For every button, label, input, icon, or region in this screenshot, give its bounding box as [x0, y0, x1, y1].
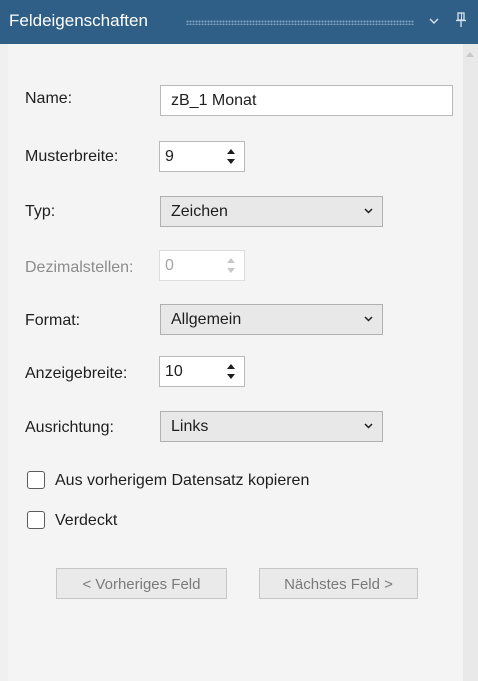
field-properties-panel: Feldeigenschaften Name: Musterbreite: 9 …	[0, 0, 478, 681]
copy-from-previous-record-label: Aus vorherigem Datensatz kopieren	[55, 472, 310, 489]
chevron-down-icon	[364, 316, 373, 322]
name-label: Name:	[25, 90, 73, 107]
ausrichtung-selected-value: Links	[171, 418, 209, 435]
typ-label: Typ:	[25, 203, 56, 220]
dezimalstellen-label: Dezimalstellen:	[25, 259, 134, 276]
panel-pin-button[interactable]	[452, 12, 470, 32]
hidden-label: Verdeckt	[55, 512, 118, 529]
chevron-down-icon	[364, 208, 373, 214]
dezimalstellen-spinner: 0	[159, 250, 245, 281]
panel-collapse-chevron-down-icon[interactable]	[425, 12, 443, 32]
previous-field-button[interactable]: < Vorheriges Feld	[56, 568, 227, 599]
name-input[interactable]	[160, 85, 453, 116]
scroll-up-arrow-icon[interactable]	[466, 52, 474, 57]
anzeigebreite-label: Anzeigebreite:	[25, 365, 128, 382]
copy-from-previous-record-checkbox[interactable]	[27, 471, 45, 489]
dezimalstellen-value: 0	[165, 257, 174, 274]
musterbreite-spinner[interactable]: 9	[159, 141, 245, 172]
titlebar-grip[interactable]	[186, 20, 414, 25]
hidden-checkbox[interactable]	[27, 511, 45, 529]
spin-down-icon	[227, 268, 235, 273]
spin-down-icon[interactable]	[227, 374, 235, 379]
typ-selected-value: Zeichen	[171, 203, 228, 220]
typ-select[interactable]: Zeichen	[160, 196, 383, 227]
chevron-down-icon	[429, 18, 439, 24]
next-field-button[interactable]: Nächstes Feld >	[259, 568, 418, 599]
spin-up-icon[interactable]	[227, 364, 235, 369]
format-selected-value: Allgemein	[171, 311, 242, 328]
panel-titlebar: Feldeigenschaften	[0, 0, 478, 44]
chevron-down-icon	[364, 423, 373, 429]
spin-down-icon[interactable]	[227, 159, 235, 164]
format-label: Format:	[25, 312, 81, 329]
spin-up-icon	[227, 258, 235, 263]
ausrichtung-select[interactable]: Links	[160, 411, 383, 442]
anzeigebreite-spinner[interactable]: 10	[159, 356, 245, 387]
vertical-scrollbar[interactable]	[463, 44, 478, 681]
format-select[interactable]: Allgemein	[160, 304, 383, 335]
spin-up-icon[interactable]	[227, 149, 235, 154]
panel-title: Feldeigenschaften	[9, 11, 148, 30]
musterbreite-value: 9	[165, 148, 174, 165]
anzeigebreite-value: 10	[165, 363, 183, 380]
ausrichtung-label: Ausrichtung:	[25, 419, 114, 436]
musterbreite-label: Musterbreite:	[25, 148, 119, 165]
pin-icon	[456, 12, 466, 27]
